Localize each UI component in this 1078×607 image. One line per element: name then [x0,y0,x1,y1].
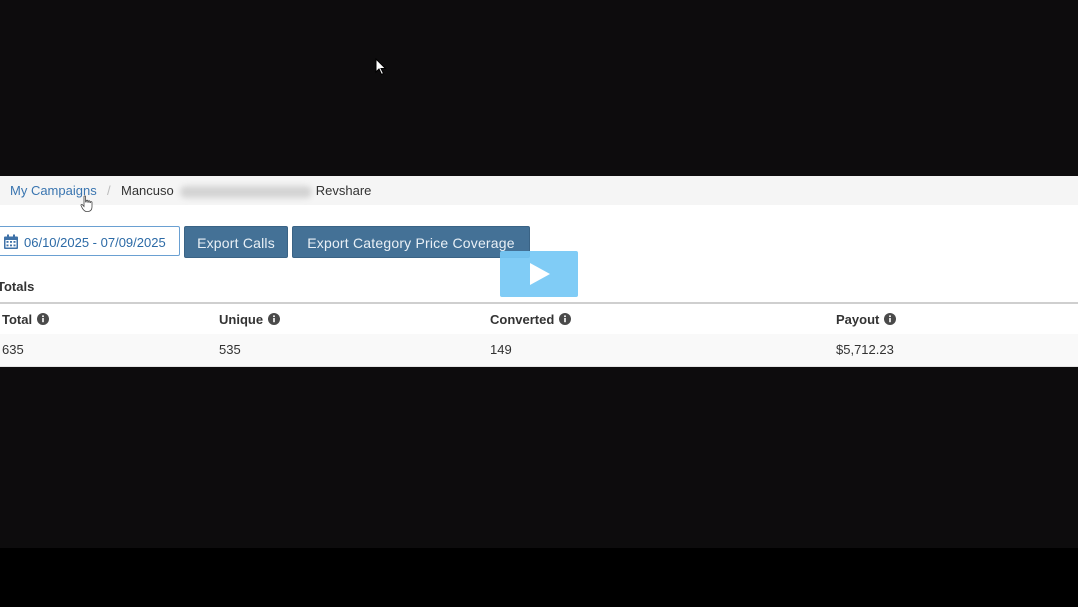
calendar-icon [4,234,18,249]
table-header-row: Total Unique Converted Payout [0,302,1078,336]
column-header-payout: Payout [836,312,897,327]
redacted-blur [179,185,312,198]
column-header-total: Total [2,312,50,327]
export-calls-label: Export Calls [197,235,275,251]
payout-value: $5,712.23 [836,342,894,357]
info-circle-icon[interactable] [559,313,572,325]
hand-pointer-icon [80,195,93,212]
info-circle-icon[interactable] [268,313,281,325]
info-circle-icon[interactable] [884,313,897,325]
column-header-label: Unique [219,312,264,327]
export-category-price-coverage-button[interactable]: Export Category Price Coverage [292,226,530,258]
info-circle-icon[interactable] [37,313,50,325]
date-range-picker[interactable]: 06/10/2025 - 07/09/2025 [0,226,180,256]
total-value: 635 [2,342,24,357]
table-row: 635 535 149 $5,712.23 [0,334,1078,367]
campaign-name-suffix: Revshare [315,183,372,198]
video-play-button[interactable] [500,251,578,297]
breadcrumb-current-campaign: Mancuso Revshare [121,183,371,198]
totals-heading: Totals [0,279,35,294]
unique-value: 535 [219,342,241,357]
column-header-label: Converted [490,312,555,327]
column-header-converted: Converted [490,312,572,327]
breadcrumb-separator: / [107,183,111,198]
converted-value: 149 [490,342,512,357]
breadcrumb: My Campaigns / Mancuso Revshare [0,176,1078,212]
campaign-name-prefix: Mancuso [121,183,174,198]
mouse-pointer-icon [375,58,387,76]
play-icon [530,263,550,285]
video-bottom-bar [0,548,1078,607]
export-category-label: Export Category Price Coverage [307,235,515,251]
column-header-unique: Unique [219,312,281,327]
export-calls-button[interactable]: Export Calls [184,226,288,258]
date-range-value: 06/10/2025 - 07/09/2025 [24,235,166,250]
column-header-label: Payout [836,312,880,327]
column-header-label: Total [2,312,33,327]
